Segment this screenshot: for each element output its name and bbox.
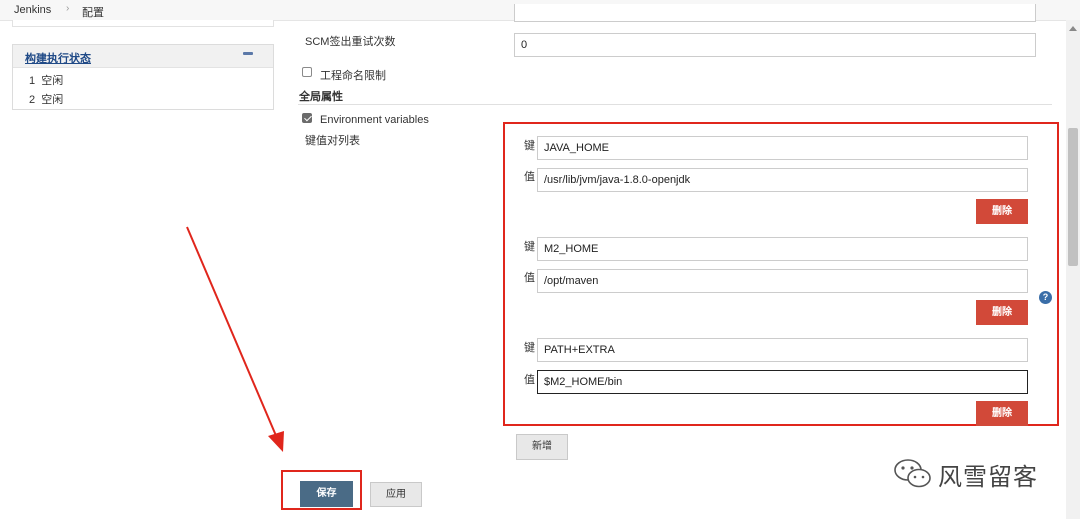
apply-button[interactable]: 应用 bbox=[370, 482, 422, 507]
save-button[interactable]: 保存 bbox=[300, 481, 353, 507]
vertical-scrollbar[interactable] bbox=[1066, 20, 1080, 519]
wechat-logo-icon bbox=[894, 459, 931, 488]
annotation-arrow-icon bbox=[186, 226, 284, 452]
watermark-text: 风雪留客 bbox=[938, 464, 1038, 491]
scrollbar-thumb[interactable] bbox=[1068, 128, 1078, 266]
scroll-up-arrow-icon[interactable] bbox=[1069, 26, 1077, 31]
